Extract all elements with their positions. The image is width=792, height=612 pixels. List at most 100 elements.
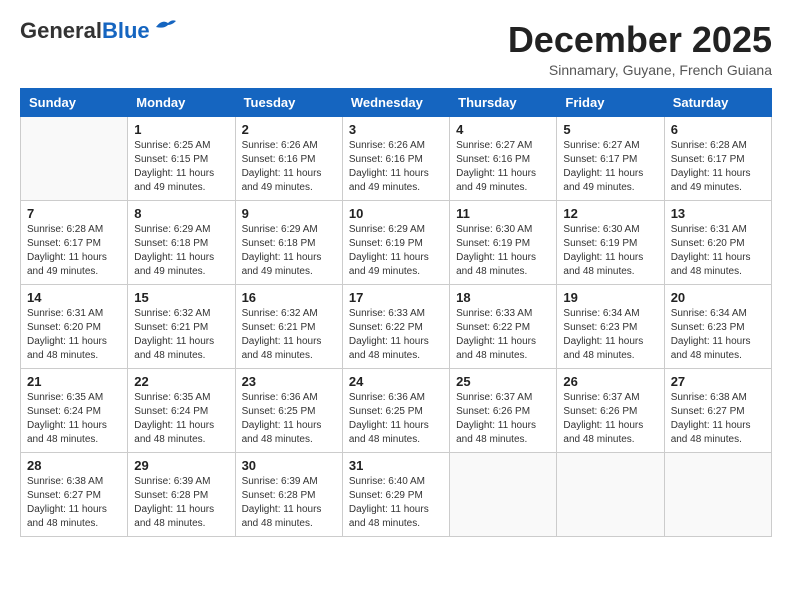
- day-number: 16: [242, 290, 336, 305]
- day-number: 6: [671, 122, 765, 137]
- day-number: 11: [456, 206, 550, 221]
- calendar-cell: 7Sunrise: 6:28 AMSunset: 6:17 PMDaylight…: [21, 200, 128, 284]
- day-info: Sunrise: 6:29 AMSunset: 6:18 PMDaylight:…: [242, 223, 336, 279]
- day-info: Sunrise: 6:29 AMSunset: 6:19 PMDaylight:…: [349, 223, 443, 279]
- calendar-week-5: 28 Sunrise: 6:38 AMSunset: 6:27 PMDayligh…: [21, 452, 772, 536]
- calendar-cell: 22Sunrise: 6:35 AMSunset: 6:24 PMDayligh…: [128, 368, 235, 452]
- calendar-cell: 15 Sunrise: 6:32 AMSunset: 6:21 PMDayligh…: [128, 284, 235, 368]
- month-title: December 2025: [508, 20, 772, 60]
- day-number: 5: [563, 122, 657, 137]
- day-info: Sunrise: 6:34 AMSunset: 6:23 PMDaylight:…: [671, 307, 765, 363]
- calendar-cell: 27 Sunrise: 6:38 AMSunset: 6:27 PMDayligh…: [664, 368, 771, 452]
- calendar-cell: 8 Sunrise: 6:29 AMSunset: 6:18 PMDaylight…: [128, 200, 235, 284]
- calendar-cell: 4 Sunrise: 6:27 AMSunset: 6:16 PMDaylight…: [450, 116, 557, 200]
- calendar-cell: 13 Sunrise: 6:31 AMSunset: 6:20 PMDayligh…: [664, 200, 771, 284]
- day-info: Sunrise: 6:32 AMSunset: 6:21 PMDaylight:…: [134, 307, 228, 363]
- location-subtitle: Sinnamary, Guyane, French Guiana: [508, 62, 772, 78]
- day-info: Sunrise: 6:39 AMSunset: 6:28 PMDaylight:…: [242, 475, 336, 531]
- day-number: 21: [27, 374, 121, 389]
- day-info: Sunrise: 6:34 AMSunset: 6:23 PMDaylight:…: [563, 307, 657, 363]
- day-number: 12: [563, 206, 657, 221]
- day-info: Sunrise: 6:36 AMSunset: 6:25 PMDaylight:…: [349, 391, 443, 447]
- day-info: Sunrise: 6:39 AMSunset: 6:28 PMDaylight:…: [134, 475, 228, 531]
- header-friday: Friday: [557, 88, 664, 116]
- calendar-cell: 17 Sunrise: 6:33 AMSunset: 6:22 PMDayligh…: [342, 284, 449, 368]
- day-number: 8: [134, 206, 228, 221]
- calendar-cell: 6 Sunrise: 6:28 AMSunset: 6:17 PMDaylight…: [664, 116, 771, 200]
- calendar-cell: 24 Sunrise: 6:36 AMSunset: 6:25 PMDayligh…: [342, 368, 449, 452]
- calendar-week-2: 7Sunrise: 6:28 AMSunset: 6:17 PMDaylight…: [21, 200, 772, 284]
- header-monday: Monday: [128, 88, 235, 116]
- calendar-cell: 23 Sunrise: 6:36 AMSunset: 6:25 PMDayligh…: [235, 368, 342, 452]
- day-number: 22: [134, 374, 228, 389]
- calendar-cell: 11 Sunrise: 6:30 AMSunset: 6:19 PMDayligh…: [450, 200, 557, 284]
- day-number: 15: [134, 290, 228, 305]
- day-number: 9: [242, 206, 336, 221]
- calendar-cell: 20 Sunrise: 6:34 AMSunset: 6:23 PMDayligh…: [664, 284, 771, 368]
- day-number: 13: [671, 206, 765, 221]
- day-number: 19: [563, 290, 657, 305]
- day-info: Sunrise: 6:37 AMSunset: 6:26 PMDaylight:…: [456, 391, 550, 447]
- day-number: 20: [671, 290, 765, 305]
- day-info: Sunrise: 6:29 AMSunset: 6:18 PMDaylight:…: [134, 223, 228, 279]
- calendar-cell: [557, 452, 664, 536]
- calendar-week-4: 21 Sunrise: 6:35 AMSunset: 6:24 PMDayligh…: [21, 368, 772, 452]
- calendar-cell: 10 Sunrise: 6:29 AMSunset: 6:19 PMDayligh…: [342, 200, 449, 284]
- calendar-cell: 9 Sunrise: 6:29 AMSunset: 6:18 PMDaylight…: [235, 200, 342, 284]
- calendar-cell: 12 Sunrise: 6:30 AMSunset: 6:19 PMDayligh…: [557, 200, 664, 284]
- logo: GeneralBlue: [20, 20, 176, 42]
- day-number: 3: [349, 122, 443, 137]
- calendar-cell: 19 Sunrise: 6:34 AMSunset: 6:23 PMDayligh…: [557, 284, 664, 368]
- header-sunday: Sunday: [21, 88, 128, 116]
- calendar-cell: 5 Sunrise: 6:27 AMSunset: 6:17 PMDaylight…: [557, 116, 664, 200]
- logo-general: General: [20, 18, 102, 43]
- day-info: Sunrise: 6:27 AMSunset: 6:16 PMDaylight:…: [456, 139, 550, 195]
- day-info: Sunrise: 6:36 AMSunset: 6:25 PMDaylight:…: [242, 391, 336, 447]
- day-number: 14: [27, 290, 121, 305]
- calendar-cell: 2 Sunrise: 6:26 AMSunset: 6:16 PMDaylight…: [235, 116, 342, 200]
- header-wednesday: Wednesday: [342, 88, 449, 116]
- calendar-cell: [21, 116, 128, 200]
- title-section: December 2025 Sinnamary, Guyane, French …: [508, 20, 772, 78]
- day-info: Sunrise: 6:27 AMSunset: 6:17 PMDaylight:…: [563, 139, 657, 195]
- calendar-cell: 31Sunrise: 6:40 AMSunset: 6:29 PMDayligh…: [342, 452, 449, 536]
- day-info: Sunrise: 6:33 AMSunset: 6:22 PMDaylight:…: [456, 307, 550, 363]
- logo-blue: Blue: [102, 18, 150, 43]
- day-number: 10: [349, 206, 443, 221]
- calendar-cell: [450, 452, 557, 536]
- day-number: 26: [563, 374, 657, 389]
- day-info: Sunrise: 6:31 AMSunset: 6:20 PMDaylight:…: [27, 307, 121, 363]
- calendar-week-3: 14 Sunrise: 6:31 AMSunset: 6:20 PMDayligh…: [21, 284, 772, 368]
- day-info: Sunrise: 6:38 AMSunset: 6:27 PMDaylight:…: [671, 391, 765, 447]
- calendar-cell: [664, 452, 771, 536]
- header-thursday: Thursday: [450, 88, 557, 116]
- calendar-cell: 21 Sunrise: 6:35 AMSunset: 6:24 PMDayligh…: [21, 368, 128, 452]
- day-info: Sunrise: 6:30 AMSunset: 6:19 PMDaylight:…: [456, 223, 550, 279]
- header-tuesday: Tuesday: [235, 88, 342, 116]
- calendar-cell: 30Sunrise: 6:39 AMSunset: 6:28 PMDayligh…: [235, 452, 342, 536]
- day-number: 29: [134, 458, 228, 473]
- day-info: Sunrise: 6:37 AMSunset: 6:26 PMDaylight:…: [563, 391, 657, 447]
- calendar-cell: 29 Sunrise: 6:39 AMSunset: 6:28 PMDayligh…: [128, 452, 235, 536]
- day-number: 28: [27, 458, 121, 473]
- day-number: 23: [242, 374, 336, 389]
- day-number: 2: [242, 122, 336, 137]
- day-info: Sunrise: 6:26 AMSunset: 6:16 PMDaylight:…: [242, 139, 336, 195]
- day-info: Sunrise: 6:26 AMSunset: 6:16 PMDaylight:…: [349, 139, 443, 195]
- day-info: Sunrise: 6:31 AMSunset: 6:20 PMDaylight:…: [671, 223, 765, 279]
- day-info: Sunrise: 6:33 AMSunset: 6:22 PMDaylight:…: [349, 307, 443, 363]
- calendar-cell: 3 Sunrise: 6:26 AMSunset: 6:16 PMDaylight…: [342, 116, 449, 200]
- day-info: Sunrise: 6:30 AMSunset: 6:19 PMDaylight:…: [563, 223, 657, 279]
- calendar-cell: 26 Sunrise: 6:37 AMSunset: 6:26 PMDayligh…: [557, 368, 664, 452]
- day-number: 31: [349, 458, 443, 473]
- day-info: Sunrise: 6:38 AMSunset: 6:27 PMDaylight:…: [27, 475, 121, 531]
- calendar-cell: 18Sunrise: 6:33 AMSunset: 6:22 PMDayligh…: [450, 284, 557, 368]
- day-number: 17: [349, 290, 443, 305]
- logo-bird-icon: [154, 17, 176, 35]
- day-number: 27: [671, 374, 765, 389]
- day-number: 24: [349, 374, 443, 389]
- calendar-cell: 25Sunrise: 6:37 AMSunset: 6:26 PMDayligh…: [450, 368, 557, 452]
- day-number: 4: [456, 122, 550, 137]
- day-info: Sunrise: 6:35 AMSunset: 6:24 PMDaylight:…: [27, 391, 121, 447]
- day-info: Sunrise: 6:28 AMSunset: 6:17 PMDaylight:…: [671, 139, 765, 195]
